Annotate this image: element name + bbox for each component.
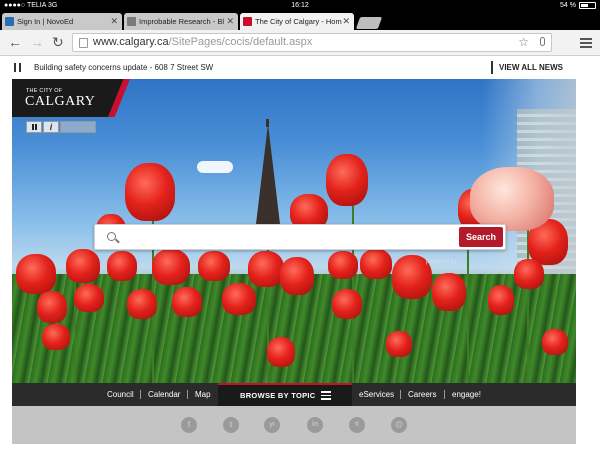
primary-nav: Council Calendar Map BROWSE BY TOPIC eSe…: [12, 383, 576, 406]
tulip: [125, 163, 175, 221]
battery-percent: 54 %: [560, 2, 576, 9]
tulip: [386, 331, 412, 357]
calgary-favicon-icon: [243, 17, 252, 26]
tulip-pink: [470, 167, 554, 231]
tab-title: Improbable Research - Bl: [139, 17, 225, 26]
tulip: [514, 259, 544, 289]
novoed-favicon-icon: [5, 17, 14, 26]
nav-careers[interactable]: Careers: [408, 390, 436, 399]
browse-label: BROWSE BY TOPIC: [240, 391, 316, 400]
tulip: [66, 249, 100, 283]
tulip: [360, 249, 392, 279]
church-spire: [256, 124, 280, 224]
tulip: [432, 273, 466, 311]
powered-by-text: powered by: [426, 259, 458, 265]
battery-icon: [579, 2, 596, 9]
nav-eservices[interactable]: eServices: [359, 390, 394, 399]
youtube-icon[interactable]: yt: [264, 417, 280, 433]
tulip: [37, 291, 67, 323]
reload-icon[interactable]: ↻: [52, 33, 64, 51]
tulip: [198, 251, 230, 281]
twitter-icon[interactable]: t: [223, 417, 239, 433]
nav-divider: [187, 390, 188, 399]
calgary-logo[interactable]: THE CITY OF CALGARY: [12, 79, 124, 117]
slideshow-pause-icon[interactable]: [26, 121, 42, 133]
back-arrow-icon[interactable]: ←: [8, 33, 22, 51]
search-button[interactable]: Search: [459, 227, 503, 247]
social-links: f t yt in fl @: [12, 406, 576, 444]
close-tab-icon[interactable]: ✕: [226, 13, 234, 30]
tulip: [248, 251, 284, 287]
tulip: [267, 337, 295, 367]
forward-arrow-icon[interactable]: →: [30, 33, 44, 51]
url-host: www.calgary.ca: [93, 36, 169, 48]
tab-title: The City of Calgary - Hom: [255, 17, 342, 26]
nav-calendar[interactable]: Calendar: [148, 390, 180, 399]
tulip: [42, 324, 70, 350]
ticker-divider: [491, 61, 493, 74]
ticker-headline[interactable]: Building safety concerns update - 608 7 …: [34, 63, 213, 72]
battery-status: 54 %: [560, 0, 596, 11]
slideshow-progress: [60, 121, 96, 133]
tulip: [328, 251, 358, 279]
search-icon: [107, 232, 116, 241]
nav-engage[interactable]: engage!: [452, 390, 481, 399]
browse-by-topic-button[interactable]: BROWSE BY TOPIC: [218, 383, 352, 406]
tulip: [542, 329, 568, 355]
view-all-news-link[interactable]: VIEW ALL NEWS: [499, 63, 563, 72]
facebook-icon[interactable]: f: [181, 417, 197, 433]
tab-calgary[interactable]: The City of Calgary - Hom ✕: [240, 13, 354, 30]
hamburger-icon: [321, 391, 331, 402]
linkedin-icon[interactable]: in: [307, 417, 323, 433]
news-ticker: Building safety concerns update - 608 7 …: [0, 57, 600, 79]
tulip: [222, 283, 256, 315]
tulip: [280, 257, 314, 295]
nav-divider: [140, 390, 141, 399]
page-icon: [79, 38, 88, 48]
tab-novoed[interactable]: Sign In | NovoEd ✕: [2, 13, 122, 30]
tulip: [332, 289, 362, 319]
tulip: [326, 154, 368, 206]
tulip: [16, 254, 56, 294]
menu-icon[interactable]: [580, 38, 592, 48]
improbable-favicon-icon: [127, 17, 136, 26]
tulip: [172, 287, 202, 317]
new-tab-button[interactable]: [355, 17, 383, 29]
tulip: [152, 249, 190, 285]
tulip: [488, 285, 514, 315]
microphone-icon[interactable]: [540, 37, 545, 46]
site-search: Search: [94, 224, 506, 250]
nav-council[interactable]: Council: [107, 390, 134, 399]
tulip: [107, 251, 137, 281]
slideshow-info-icon[interactable]: i: [43, 121, 59, 133]
tulip: [74, 284, 104, 312]
tab-strip: Sign In | NovoEd ✕ Improbable Research -…: [0, 11, 600, 30]
close-tab-icon[interactable]: ✕: [342, 13, 350, 30]
browser-toolbar: ← → ↻ www.calgary.ca/SitePages/cocis/def…: [0, 30, 600, 56]
nav-divider: [400, 390, 401, 399]
close-tab-icon[interactable]: ✕: [110, 13, 118, 30]
logo-title: CALGARY: [25, 94, 96, 109]
clock: 16:12: [291, 2, 309, 9]
cloud: [197, 161, 233, 173]
flickr-icon[interactable]: fl: [349, 417, 365, 433]
search-input[interactable]: [125, 228, 445, 246]
tab-improbable-research[interactable]: Improbable Research - Bl ✕: [124, 13, 238, 30]
tab-title: Sign In | NovoEd: [17, 17, 74, 26]
url-path: /SitePages/cocis/default.aspx: [168, 36, 313, 48]
nav-map[interactable]: Map: [195, 390, 211, 399]
slideshow-controls: i: [26, 121, 96, 133]
pause-ticker-icon[interactable]: [14, 63, 21, 72]
hero-banner: THE CITY OF CALGARY i Search powered by: [12, 79, 576, 383]
bookmark-star-icon[interactable]: ☆: [518, 34, 529, 51]
email-icon[interactable]: @: [391, 417, 407, 433]
ios-status-bar: ●●●●○ TELIA 3G 16:12 54 %: [0, 0, 600, 11]
nav-divider: [444, 390, 445, 399]
address-bar[interactable]: www.calgary.ca/SitePages/cocis/default.a…: [72, 33, 552, 52]
tulip: [127, 289, 157, 319]
page-bottom: [0, 444, 600, 450]
tulip-stem: [467, 229, 469, 383]
